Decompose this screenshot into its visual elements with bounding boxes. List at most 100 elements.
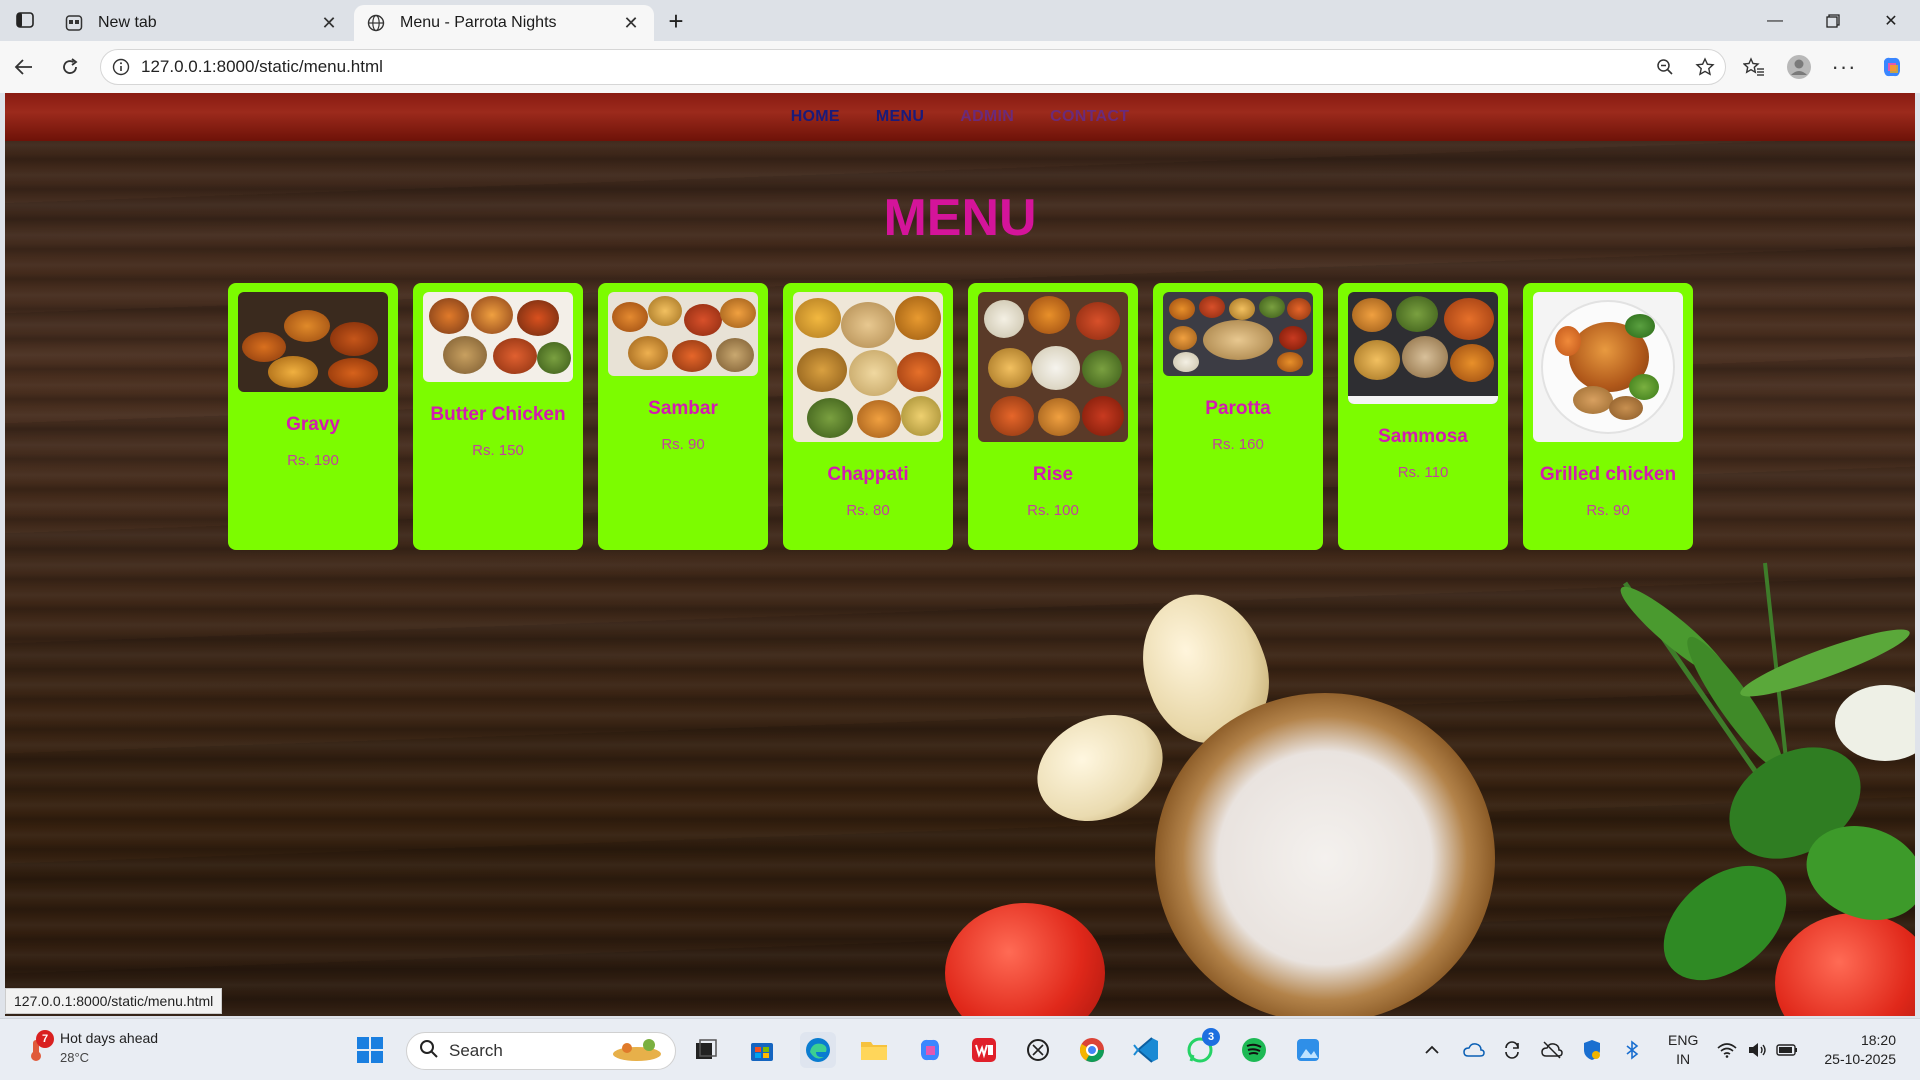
- rise-image: [978, 292, 1128, 442]
- address-bar[interactable]: 127.0.0.1:8000/static/menu.html: [100, 49, 1726, 85]
- spotify-icon[interactable]: [1236, 1032, 1272, 1068]
- favorites-icon[interactable]: [1738, 51, 1770, 83]
- nav-link-home[interactable]: HOME: [791, 108, 840, 126]
- favorite-star-icon[interactable]: [1685, 57, 1725, 77]
- restore-icon[interactable]: [1804, 0, 1862, 41]
- menu-item-price: Rs. 110: [1397, 464, 1449, 481]
- menu-item-name: Parotta: [1205, 398, 1271, 419]
- tab-new-tab[interactable]: New tab ✕: [52, 5, 352, 41]
- menu-item-name: Chappati: [827, 464, 909, 485]
- globe-icon: [366, 13, 386, 33]
- salt-bowl-decoration: [1155, 693, 1495, 1016]
- clock-time: 18:20: [1860, 1032, 1896, 1048]
- garlic-decoration: [1019, 695, 1181, 841]
- menu-item-price: Rs. 150: [472, 442, 524, 459]
- volume-icon[interactable]: [1744, 1037, 1770, 1063]
- taskbar-clock[interactable]: 18:20 25-10-2025: [1824, 1031, 1896, 1069]
- language-code: ENG: [1668, 1032, 1699, 1048]
- menu-card[interactable]: Chappati Rs. 80: [783, 283, 953, 550]
- weather-alert-icon: 7: [22, 1030, 54, 1062]
- weather-temperature: 28°C: [60, 1050, 90, 1065]
- file-explorer-icon[interactable]: [856, 1032, 892, 1068]
- more-options-icon[interactable]: ···: [1828, 51, 1860, 83]
- tab-menu-parrota-nights[interactable]: Menu - Parrota Nights ✕: [354, 5, 654, 41]
- microsoft-store-icon[interactable]: [744, 1032, 780, 1068]
- tab-title: New tab: [98, 14, 157, 31]
- windows-start-icon[interactable]: [352, 1032, 388, 1068]
- bluetooth-icon[interactable]: [1618, 1037, 1646, 1063]
- new-tab-button[interactable]: +: [662, 6, 690, 36]
- edge-browser-icon[interactable]: [800, 1032, 836, 1068]
- top-navigation: HOME MENU ADMIN CONTACT: [5, 93, 1915, 141]
- menu-card[interactable]: Rise Rs. 100: [968, 283, 1138, 550]
- wps-office-icon[interactable]: [966, 1032, 1002, 1068]
- profile-avatar-icon[interactable]: [1783, 51, 1815, 83]
- tab-title: Menu - Parrota Nights: [400, 14, 557, 31]
- gravy-image: [238, 292, 388, 392]
- menu-card[interactable]: Gravy Rs. 190: [228, 283, 398, 550]
- chappati-image: [793, 292, 943, 442]
- sync-icon[interactable]: [1498, 1037, 1526, 1063]
- chatgpt-icon[interactable]: [1020, 1032, 1056, 1068]
- menu-card[interactable]: Parotta Rs. 160: [1153, 283, 1323, 550]
- menu-card[interactable]: Butter Chicken Rs. 150: [413, 283, 583, 550]
- whatsapp-badge: 3: [1202, 1028, 1220, 1046]
- weather-widget[interactable]: 7 Hot days ahead 28°C: [22, 1029, 158, 1067]
- menu-item-name: Grilled chicken: [1539, 464, 1677, 485]
- minimize-icon[interactable]: —: [1746, 0, 1804, 41]
- windows-taskbar: 7 Hot days ahead 28°C Search 3 ENG IN 18…: [0, 1018, 1920, 1080]
- close-tab-icon[interactable]: ✕: [318, 12, 340, 34]
- region-code: IN: [1676, 1051, 1691, 1067]
- show-hidden-icons-chevron-icon[interactable]: [1420, 1037, 1444, 1063]
- wifi-icon[interactable]: [1714, 1037, 1740, 1063]
- vscode-icon[interactable]: [1128, 1032, 1164, 1068]
- sambar-image: [608, 292, 758, 376]
- weather-badge: 7: [36, 1030, 54, 1048]
- link-status-bar: 127.0.0.1:8000/static/menu.html: [5, 988, 223, 1014]
- grilled-chicken-image: [1533, 292, 1683, 442]
- security-shield-icon[interactable]: [1578, 1037, 1606, 1063]
- menu-item-name: Gravy: [286, 414, 340, 435]
- language-indicator[interactable]: ENG IN: [1668, 1031, 1698, 1069]
- search-icon: [419, 1039, 439, 1064]
- reload-icon[interactable]: [54, 51, 86, 83]
- menu-item-price: Rs. 80: [846, 502, 890, 519]
- menu-item-price: Rs. 90: [661, 436, 705, 453]
- new-tab-page-icon: [64, 13, 84, 33]
- cloud-off-icon[interactable]: [1538, 1037, 1566, 1063]
- copilot-icon[interactable]: [1876, 51, 1908, 83]
- browser-toolbar: 127.0.0.1:8000/static/menu.html ···: [0, 41, 1920, 93]
- menu-item-name: Sambar: [648, 398, 718, 419]
- task-view-icon[interactable]: [688, 1032, 724, 1068]
- nav-link-admin[interactable]: ADMIN: [960, 108, 1014, 126]
- onedrive-icon[interactable]: [1460, 1037, 1488, 1063]
- menu-item-price: Rs. 100: [1027, 502, 1079, 519]
- vertical-tabs-icon[interactable]: [12, 9, 38, 31]
- menu-item-name: Butter Chicken: [430, 404, 566, 425]
- copilot-app-icon[interactable]: [912, 1032, 948, 1068]
- battery-icon[interactable]: [1774, 1037, 1800, 1063]
- close-window-icon[interactable]: ✕: [1862, 0, 1920, 41]
- menu-card[interactable]: Sammosa Rs. 110: [1338, 283, 1508, 550]
- url-text[interactable]: 127.0.0.1:8000/static/menu.html: [141, 57, 1645, 77]
- menu-item-price: Rs. 90: [1586, 502, 1630, 519]
- menu-card[interactable]: Grilled chicken Rs. 90: [1523, 283, 1693, 550]
- taskbar-search-box[interactable]: Search: [406, 1032, 676, 1070]
- search-placeholder: Search: [449, 1041, 503, 1060]
- photos-app-icon[interactable]: [1290, 1032, 1326, 1068]
- search-highlight-icon: [609, 1036, 665, 1067]
- nav-link-menu[interactable]: MENU: [876, 108, 924, 126]
- zoom-out-icon[interactable]: [1645, 58, 1685, 76]
- page-title: MENU: [883, 189, 1037, 247]
- clock-date: 25-10-2025: [1824, 1051, 1896, 1067]
- whatsapp-icon[interactable]: 3: [1182, 1028, 1220, 1068]
- menu-item-price: Rs. 190: [287, 452, 339, 469]
- menu-card[interactable]: Sambar Rs. 90: [598, 283, 768, 550]
- site-info-icon[interactable]: [101, 58, 141, 76]
- browser-tab-strip: New tab ✕ Menu - Parrota Nights ✕ + — ✕: [0, 0, 1920, 41]
- close-tab-icon[interactable]: ✕: [620, 12, 642, 34]
- back-arrow-icon[interactable]: [8, 51, 40, 83]
- nav-link-contact[interactable]: CONTACT: [1050, 108, 1129, 126]
- chrome-icon[interactable]: [1074, 1032, 1110, 1068]
- menu-item-name: Sammosa: [1378, 426, 1468, 447]
